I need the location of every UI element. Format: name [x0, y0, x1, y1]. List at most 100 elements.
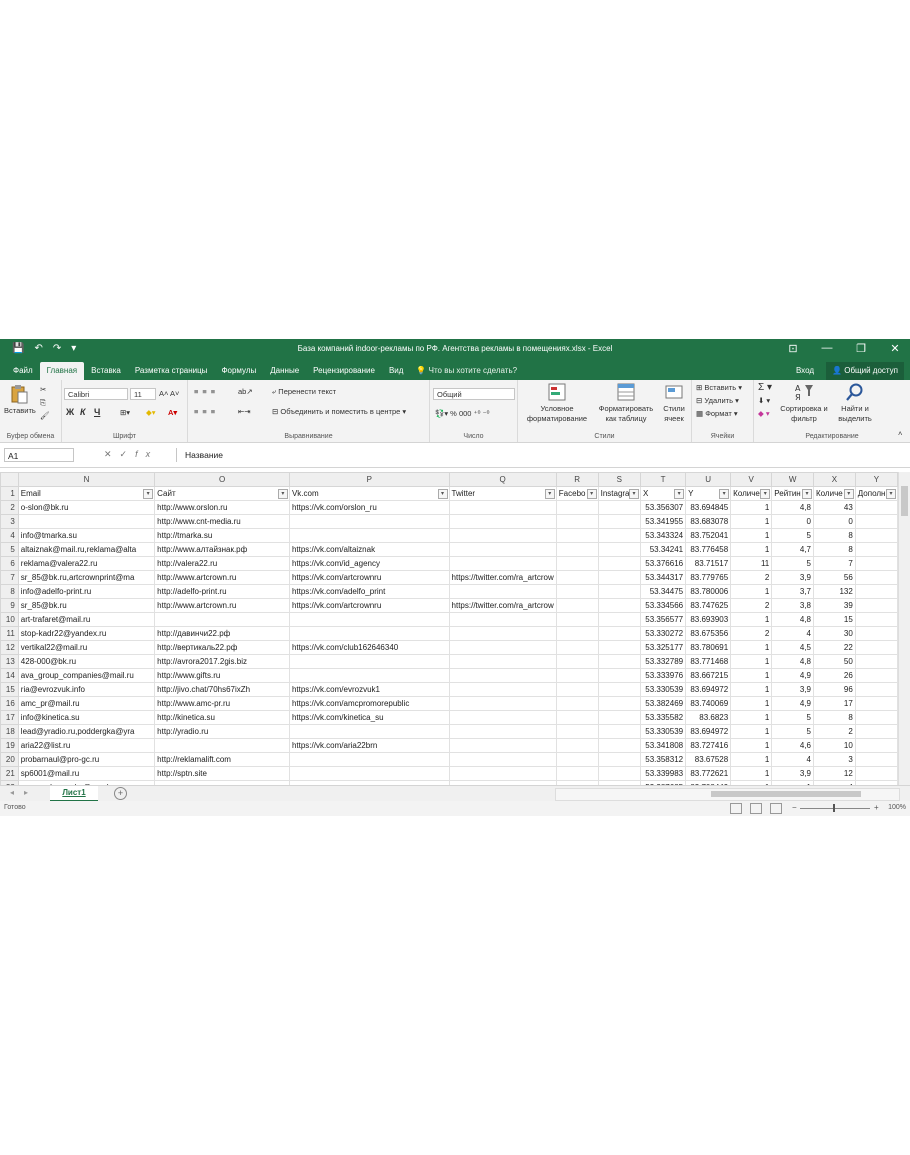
- cell[interactable]: http://www.алтайзнак.рф: [154, 542, 290, 557]
- filter-dropdown-icon[interactable]: ▾: [674, 489, 685, 499]
- cell[interactable]: https://vk.com/aria22brn: [288, 738, 450, 753]
- cell[interactable]: 53.333976: [640, 668, 687, 683]
- cell[interactable]: https://twitter.com/ra_artcrow: [448, 570, 557, 585]
- cell[interactable]: 0: [771, 514, 814, 529]
- cell[interactable]: [448, 626, 557, 641]
- row-header[interactable]: 4: [0, 528, 19, 543]
- cell[interactable]: stop-kadr22@yandex.ru: [17, 626, 156, 641]
- font-name-select[interactable]: Calibri: [64, 388, 128, 400]
- cell[interactable]: [288, 752, 450, 767]
- cell[interactable]: info@tmarka.su: [17, 528, 156, 543]
- page-break-view-icon[interactable]: [770, 803, 782, 814]
- cell[interactable]: [854, 710, 898, 725]
- cell[interactable]: 83.667215: [685, 668, 732, 683]
- cell[interactable]: 83.6823: [685, 710, 732, 725]
- cell[interactable]: 2: [730, 626, 773, 641]
- cell[interactable]: vertikal22@mail.ru: [17, 640, 156, 655]
- cell[interactable]: aria22@list.ru: [17, 738, 156, 753]
- cell-styles-button[interactable]: Стили ячеек: [658, 382, 690, 424]
- cell[interactable]: https://twitter.com/ra_artcrow: [448, 598, 557, 613]
- select-all-corner[interactable]: [0, 472, 19, 487]
- cell[interactable]: o-slon@bk.ru: [17, 500, 156, 515]
- cell[interactable]: [854, 556, 898, 571]
- row-header[interactable]: 20: [0, 752, 19, 767]
- page-layout-view-icon[interactable]: [750, 803, 762, 814]
- cell[interactable]: 3,9: [771, 766, 814, 781]
- cell[interactable]: [597, 738, 642, 753]
- cell[interactable]: [597, 724, 642, 739]
- cell[interactable]: [154, 612, 290, 627]
- cell[interactable]: [597, 500, 642, 515]
- cell[interactable]: [854, 654, 898, 669]
- cell[interactable]: lead@yradio.ru,poddergka@yra: [17, 724, 156, 739]
- delete-cells-button[interactable]: ⊟ Удалить ▾: [696, 395, 739, 406]
- cell[interactable]: 83.780691: [685, 640, 732, 655]
- cell[interactable]: https://vk.com/amcpromorepublic: [288, 696, 450, 711]
- cell[interactable]: amc_pr@mail.ru: [17, 696, 156, 711]
- cell[interactable]: [597, 528, 642, 543]
- tab-page-layout[interactable]: Разметка страницы: [128, 362, 215, 380]
- merge-center-button[interactable]: ⊟ Объединить и поместить в центре ▾: [272, 406, 406, 417]
- cell[interactable]: [448, 654, 557, 669]
- ribbon-display-icon[interactable]: ⊡: [786, 342, 800, 355]
- row-header[interactable]: 17: [0, 710, 19, 725]
- cell[interactable]: http://kinetica.su: [154, 710, 290, 725]
- header-cell[interactable]: Количе ▾: [730, 486, 773, 501]
- cell[interactable]: [555, 542, 599, 557]
- cell[interactable]: 12: [813, 766, 856, 781]
- cell[interactable]: [448, 668, 557, 683]
- cell[interactable]: info@adelfo-print.ru: [17, 584, 156, 599]
- horizontal-scrollbar[interactable]: [555, 788, 900, 801]
- orientation-icon[interactable]: ab↗: [238, 386, 253, 397]
- paste-button[interactable]: Вставить: [4, 384, 36, 416]
- cell[interactable]: [555, 556, 599, 571]
- row-header[interactable]: 13: [0, 654, 19, 669]
- row-header[interactable]: 8: [0, 584, 19, 599]
- cell[interactable]: info@kinetica.su: [17, 710, 156, 725]
- cell[interactable]: 1: [730, 668, 773, 683]
- cell[interactable]: 4,9: [771, 696, 814, 711]
- cell[interactable]: 3: [813, 752, 856, 767]
- cell[interactable]: [448, 500, 557, 515]
- cell[interactable]: http://вертикаль22.рф: [154, 640, 290, 655]
- cell[interactable]: 83.693903: [685, 612, 732, 627]
- cell[interactable]: [597, 556, 642, 571]
- cell[interactable]: 8: [813, 528, 856, 543]
- filter-dropdown-icon[interactable]: ▾: [843, 489, 854, 499]
- cell[interactable]: 43: [813, 500, 856, 515]
- cell[interactable]: 53.356577: [640, 612, 687, 627]
- cell[interactable]: 1: [730, 766, 773, 781]
- cell[interactable]: 2: [813, 724, 856, 739]
- cell[interactable]: 4: [771, 626, 814, 641]
- filter-dropdown-icon[interactable]: ▾: [802, 489, 812, 499]
- cell[interactable]: [854, 668, 898, 683]
- cell[interactable]: http://sptn.site: [154, 766, 290, 781]
- cell[interactable]: 17: [813, 696, 856, 711]
- cell[interactable]: [597, 514, 642, 529]
- cell[interactable]: [597, 542, 642, 557]
- cell[interactable]: [854, 612, 898, 627]
- column-header-W[interactable]: W: [771, 472, 814, 487]
- cell[interactable]: 4,6: [771, 738, 814, 753]
- cell[interactable]: 4,8: [771, 500, 814, 515]
- cell[interactable]: 0: [813, 514, 856, 529]
- cell[interactable]: [597, 696, 642, 711]
- cell[interactable]: https://vk.com/artcrownru: [288, 598, 450, 613]
- cell[interactable]: http://reklamalift.com: [154, 752, 290, 767]
- cell[interactable]: sr_85@bk.ru,artcrownprint@ma: [17, 570, 156, 585]
- cell[interactable]: [854, 570, 898, 585]
- tab-view[interactable]: Вид: [382, 362, 410, 380]
- cell[interactable]: http://www.orslon.ru: [154, 500, 290, 515]
- cell[interactable]: [597, 710, 642, 725]
- cell[interactable]: 83.747625: [685, 598, 732, 613]
- autosum-icon[interactable]: Σ ▾: [758, 382, 772, 393]
- format-painter-icon[interactable]: 🖌: [40, 410, 50, 421]
- format-as-table-button[interactable]: Форматировать как таблицу: [596, 382, 656, 424]
- cell[interactable]: 4,9: [771, 668, 814, 683]
- font-color-icon[interactable]: A▾: [168, 407, 177, 418]
- cell[interactable]: 8: [813, 710, 856, 725]
- share-button[interactable]: 👤 Общий доступ: [826, 362, 904, 380]
- cell[interactable]: 53.325177: [640, 640, 687, 655]
- cell[interactable]: 1: [730, 752, 773, 767]
- header-cell[interactable]: Дополн ▾: [854, 486, 898, 501]
